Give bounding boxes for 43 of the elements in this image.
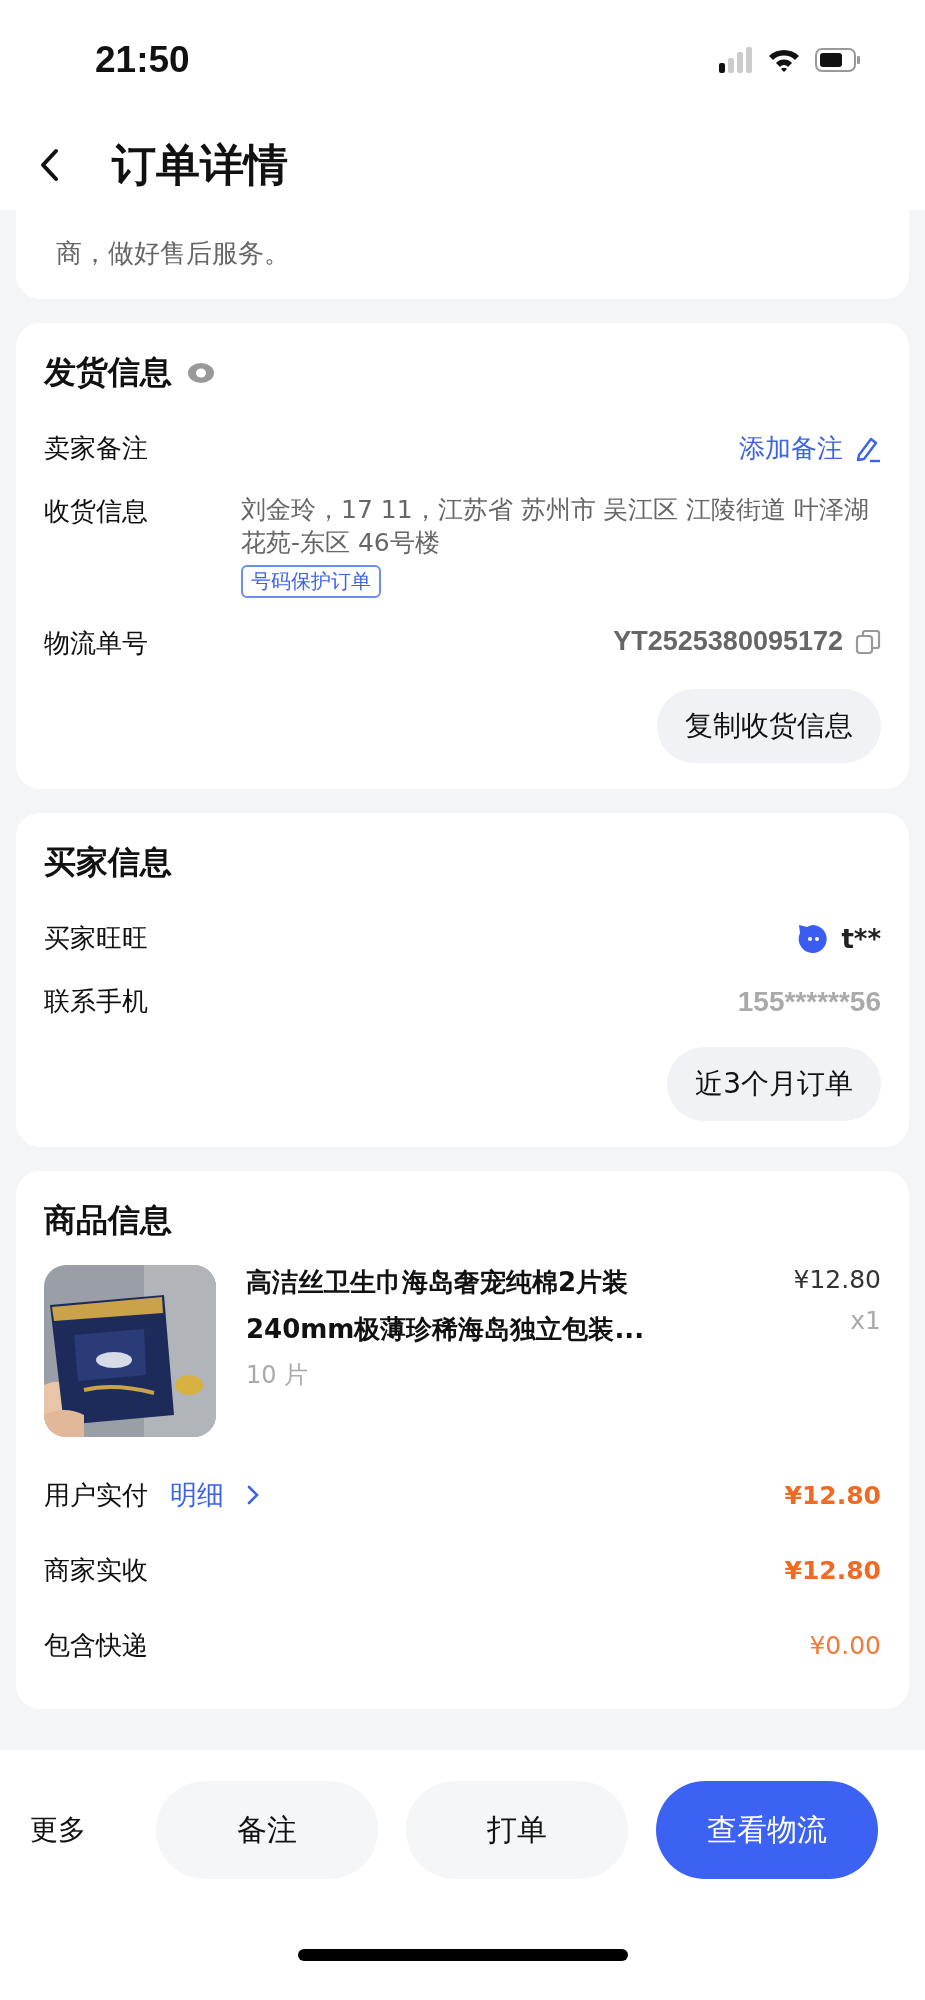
page-title: 订单详情	[112, 137, 288, 192]
phone-number: 155******56	[737, 985, 881, 1018]
field-label: 卖家备注	[44, 432, 148, 465]
action-button[interactable]: 备注	[156, 1781, 378, 1879]
amount: ¥12.80	[784, 1480, 881, 1510]
section-title: 买家信息	[44, 842, 172, 883]
section-title: 发货信息	[44, 352, 172, 393]
battery-icon	[815, 47, 861, 73]
product-name: 240mm极薄珍稀海岛独立包装...	[246, 1313, 646, 1346]
field-label: 商家实收	[44, 1554, 148, 1587]
field-label: 联系手机	[44, 985, 148, 1018]
amount: ¥0.00	[809, 1631, 881, 1660]
more-button[interactable]: 更多	[30, 1811, 86, 1849]
buyer-name: t**	[841, 923, 881, 954]
back-icon[interactable]	[38, 148, 60, 182]
protection-tag: 号码保护订单	[241, 565, 381, 598]
copy-icon[interactable]	[855, 628, 881, 655]
product-spec: 10 片	[246, 1360, 310, 1391]
eye-icon[interactable]	[186, 362, 216, 384]
signal-icon	[719, 47, 753, 73]
quantity: x1	[850, 1306, 881, 1335]
product-name: 高洁丝卫生巾海岛奢宠纯棉2片装	[246, 1266, 630, 1299]
field-label: 用户实付	[44, 1478, 148, 1512]
add-note-link[interactable]: 添加备注	[739, 431, 881, 466]
notice-text: 商，做好售后服务。	[55, 237, 291, 270]
chat-avatar-icon	[797, 922, 830, 955]
recent-orders-button[interactable]: 近3个月订单	[667, 1047, 881, 1121]
chevron-icon	[246, 1484, 260, 1506]
status-time: 21:50	[95, 39, 190, 81]
field-label: 买家旺旺	[44, 922, 148, 955]
amount: ¥12.80	[784, 1556, 881, 1585]
address-text: 刘金玲，17 11，江苏省 苏州市 吴江区 江陵街道 叶泽湖花苑-东区 46号楼	[241, 494, 871, 559]
section-title: 商品信息	[44, 1200, 172, 1241]
field-label: 收货信息	[44, 495, 148, 528]
wifi-icon	[767, 47, 801, 73]
copy-address-button[interactable]: 复制收货信息	[657, 689, 881, 763]
tracking-number: YT2525380095172	[613, 626, 843, 657]
action-button[interactable]: 查看物流	[656, 1781, 878, 1879]
field-label: 物流单号	[44, 627, 148, 660]
unit-price: ¥12.80	[793, 1265, 881, 1294]
field-label: 包含快递	[44, 1629, 148, 1662]
details-link[interactable]: 明细	[170, 1477, 260, 1513]
action-button[interactable]: 打单	[406, 1781, 628, 1879]
